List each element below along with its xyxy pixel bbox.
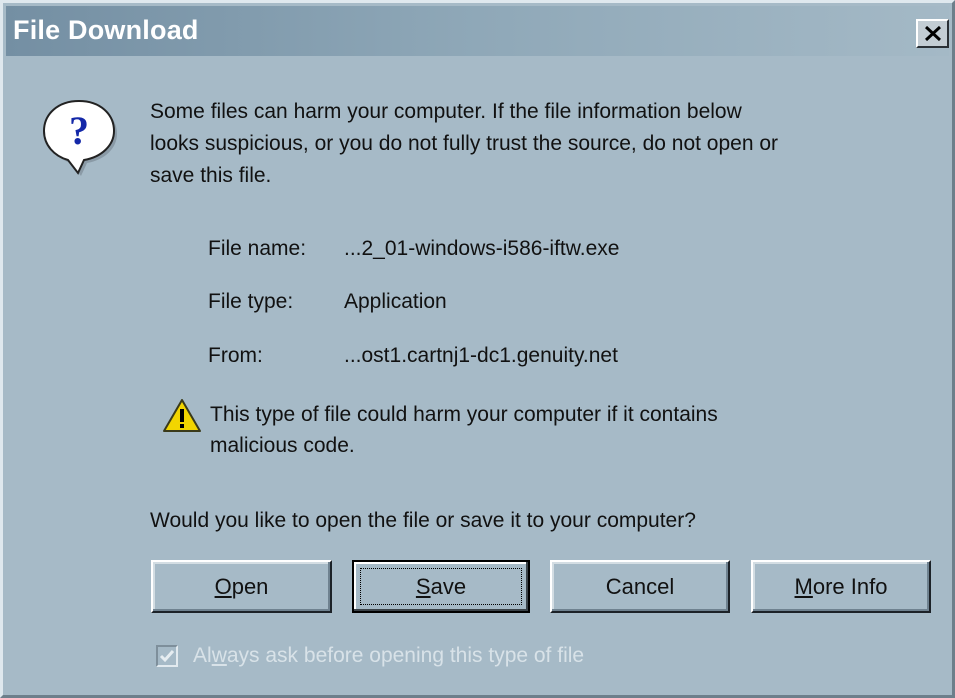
- more-info-button[interactable]: More Info: [751, 560, 931, 613]
- save-button[interactable]: Save: [352, 560, 530, 613]
- cancel-button[interactable]: Cancel: [550, 560, 730, 613]
- message-line-1: Some files can harm your computer. If th…: [150, 100, 742, 123]
- title-bar[interactable]: File Download: [6, 6, 949, 56]
- question-balloon-icon: ?: [42, 99, 117, 176]
- file-source-label: From:: [208, 344, 263, 367]
- file-name-value: ...2_01-windows-i586-iftw.exe: [344, 237, 620, 260]
- window-title: File Download: [13, 15, 199, 45]
- always-ask-checkbox[interactable]: [156, 645, 178, 667]
- more-info-button-label: More Info: [794, 574, 888, 599]
- svg-text:?: ?: [69, 108, 89, 153]
- close-x-icon: [925, 26, 941, 41]
- file-type-value: Application: [344, 290, 447, 313]
- always-ask-label[interactable]: Always ask before opening this type of f…: [193, 642, 584, 670]
- save-button-label: Save: [415, 574, 467, 599]
- file-name-label: File name:: [208, 237, 307, 260]
- open-button[interactable]: Open: [151, 560, 332, 613]
- warning-line-1: This type of file could harm your comput…: [210, 403, 718, 426]
- file-download-dialog: File Download ? Some files can harm your…: [0, 0, 955, 698]
- message-line-2: looks suspicious, or you do not fully tr…: [150, 132, 779, 155]
- close-button[interactable]: [916, 19, 949, 48]
- warning-line-2: malicious code.: [210, 434, 355, 457]
- message-line-3: save this file.: [150, 164, 272, 187]
- warning-triangle-icon: [163, 399, 201, 432]
- cancel-button-label: Cancel: [605, 574, 675, 599]
- open-button-label: Open: [214, 574, 269, 599]
- file-type-label: File type:: [208, 290, 294, 313]
- prompt-question: Would you like to open the file or save …: [150, 509, 696, 532]
- checkmark-icon: [159, 650, 175, 663]
- file-source-value: ...ost1.cartnj1-dc1.genuity.net: [344, 344, 618, 367]
